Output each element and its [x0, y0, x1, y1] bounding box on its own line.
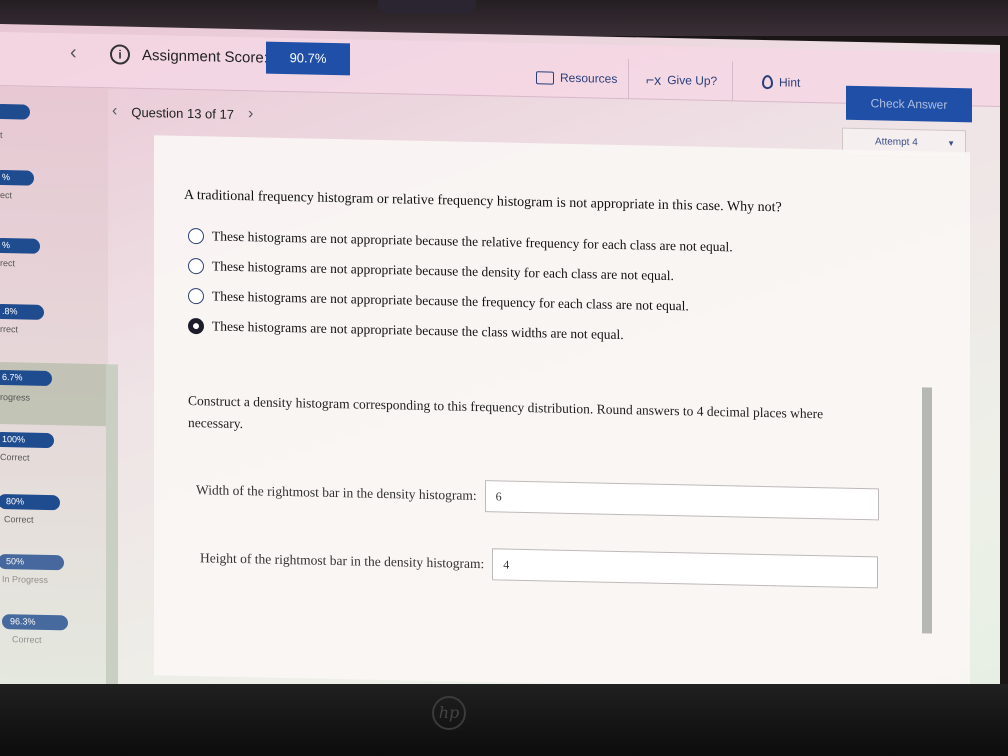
hint-button[interactable]: Hint [762, 62, 800, 103]
sidebar-status: Correct [4, 514, 34, 525]
sidebar-status: In Progress [2, 574, 49, 586]
give-up-label: Give Up? [667, 72, 718, 89]
width-field-label: Width of the rightmost bar in the densit… [196, 482, 477, 503]
radio-button[interactable] [188, 257, 204, 275]
screen: ‹ i Assignment Score: 90.7% Resources ⌐x… [0, 24, 1000, 709]
give-up-button[interactable]: ⌐x Give Up? [646, 60, 717, 101]
assignment-toolbar: ‹ i Assignment Score: 90.7% Resources ⌐x… [0, 32, 1000, 123]
sidebar-score: 100% [0, 431, 54, 449]
sidebar-item[interactable]: 100% Correct [0, 431, 108, 494]
sidebar-score: 80% [0, 493, 60, 511]
radio-button[interactable] [188, 227, 204, 245]
sidebar-item[interactable]: .8% rrect [0, 303, 108, 366]
resources-label: Resources [560, 70, 618, 86]
sidebar-item-current[interactable]: 6.7% rogress [0, 362, 108, 427]
sidebar-item[interactable]: 96.3% Correct [0, 614, 108, 676]
hint-icon [762, 74, 773, 90]
folder-icon [536, 70, 554, 85]
sidebar-score: 96.3% [2, 614, 68, 631]
give-up-icon: ⌐x [646, 71, 662, 88]
previous-question-chevron-icon[interactable]: ‹ [112, 102, 117, 120]
attempt-label: Attempt 4 [875, 136, 918, 149]
sidebar-score [0, 103, 30, 120]
toolbar-divider [732, 61, 733, 102]
webcam [378, 0, 476, 14]
sidebar-score: 6.7% [0, 369, 52, 387]
sidebar-score: .8% [0, 303, 44, 320]
sidebar-status: ect [0, 190, 13, 201]
question-navigator: ‹ Question 13 of 17 › [112, 102, 253, 123]
toolbar-divider [628, 59, 629, 100]
resources-button[interactable]: Resources [536, 57, 617, 99]
sidebar-item[interactable]: t [0, 103, 108, 166]
sidebar-score: 50% [0, 553, 64, 571]
question-scrollbar[interactable] [922, 387, 932, 634]
sidebar-status: rrect [0, 324, 18, 335]
sidebar-item[interactable]: % ect [0, 169, 108, 232]
back-chevron-icon[interactable]: ‹ [70, 41, 77, 64]
next-question-chevron-icon[interactable]: › [248, 105, 253, 123]
sidebar-item[interactable]: 80% Correct [0, 493, 108, 556]
sidebar-status: rect [0, 258, 16, 269]
sidebar-status: Correct [12, 634, 42, 645]
laptop-bezel-bottom [0, 684, 1008, 756]
sidebar-scrollbar[interactable] [106, 364, 118, 687]
sidebar-status: t [0, 130, 3, 141]
sidebar-status: rogress [0, 392, 31, 403]
hint-label: Hint [779, 75, 801, 90]
question-counter: Question 13 of 17 [131, 104, 234, 122]
info-icon[interactable]: i [110, 44, 130, 65]
assignment-score-value: 90.7% [266, 41, 350, 76]
sidebar-score: % [0, 169, 34, 186]
question-list-sidebar: t % ect % rect .8% rrect 6.7% rogress 10… [0, 86, 108, 709]
sidebar-item[interactable]: 50% In Progress [0, 553, 108, 616]
sidebar-score: % [0, 237, 40, 254]
assignment-score-label: Assignment Score: [142, 46, 268, 67]
sidebar-item[interactable]: % rect [0, 237, 108, 300]
check-answer-button[interactable]: Check Answer [846, 85, 972, 123]
height-field-label: Height of the rightmost bar in the densi… [200, 550, 485, 572]
radio-button-selected[interactable] [188, 317, 204, 335]
sidebar-status: Correct [0, 452, 30, 463]
hp-logo: hp [432, 696, 466, 730]
radio-button[interactable] [188, 287, 204, 305]
